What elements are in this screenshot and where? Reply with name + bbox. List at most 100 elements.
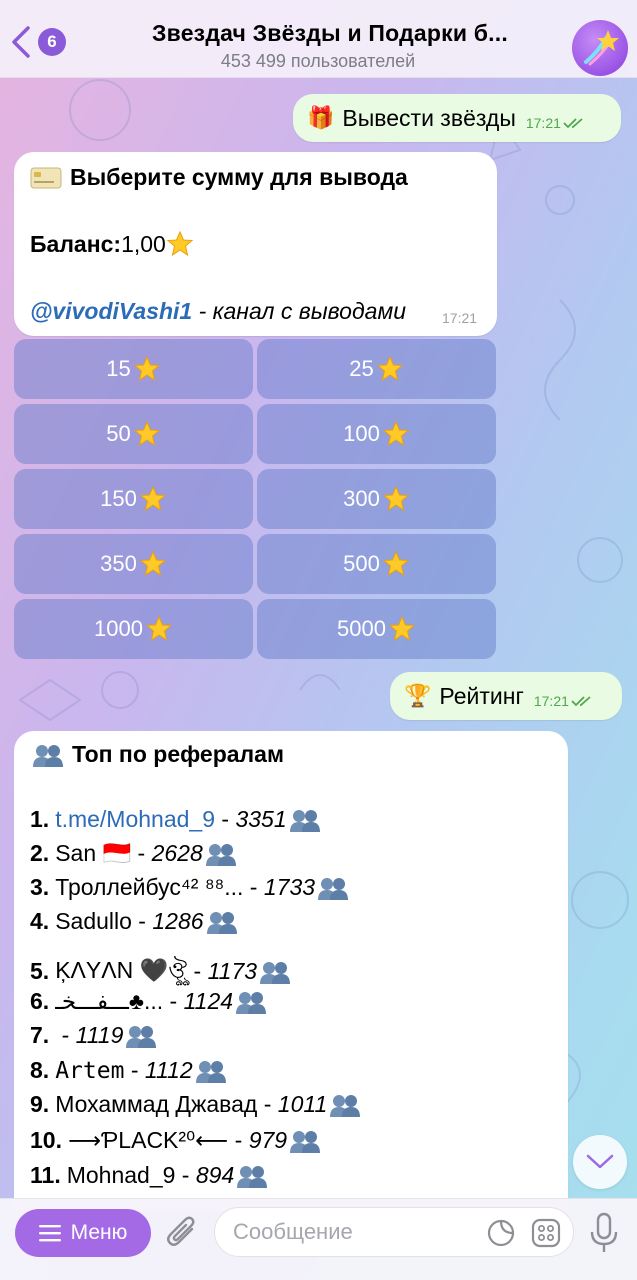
message-text: Рейтинг	[439, 682, 524, 709]
people-icon	[206, 911, 237, 934]
star-icon	[382, 420, 410, 447]
outgoing-message-rating: 🏆 Рейтинг 17:21	[390, 672, 622, 720]
channel-link[interactable]: @vivodiVashi1	[30, 298, 192, 324]
people-icon	[330, 1094, 361, 1117]
message-title: Выберите сумму для вывода	[70, 164, 408, 190]
people-icon	[205, 843, 236, 866]
rank-row-10: 10. ⟶ƤLACK²⁰⟵ - 979	[30, 1127, 321, 1154]
bot-keyboard-icon[interactable]	[531, 1218, 561, 1248]
back-button[interactable]: 6	[8, 22, 70, 62]
balance-value: 1,00	[121, 230, 166, 257]
people-icon	[289, 809, 320, 832]
unread-badge: 6	[38, 28, 66, 56]
chevron-left-icon	[12, 26, 30, 58]
rating-title: Топ по рефералам	[72, 741, 284, 767]
microphone-icon[interactable]	[588, 1211, 620, 1255]
rank-name: Mohnad_9	[66, 1162, 176, 1188]
chat-title[interactable]: Звездач Звёзды и Подарки б...	[100, 20, 560, 47]
chevron-down-icon	[586, 1154, 614, 1169]
people-icon	[195, 1060, 226, 1083]
rank-name: Sadullo	[55, 908, 132, 934]
hamburger-icon	[38, 1225, 61, 1242]
people-icon	[33, 744, 63, 767]
balance-label: Баланс:	[30, 230, 122, 257]
message-meta: 17:21	[526, 115, 585, 131]
rank-name: ĶΛYΛN 🖤ঔৣ	[55, 957, 188, 983]
rank-row-7: 7. - 1119	[30, 1022, 157, 1049]
rank-name: Троллейбус⁴² ⁸⁸...	[55, 874, 244, 900]
rank-score: 1173	[207, 958, 258, 984]
people-icon	[290, 1130, 321, 1153]
amount-button-500[interactable]: 500	[257, 534, 496, 594]
bot-avatar[interactable]	[572, 20, 628, 76]
outgoing-message-withdraw: 🎁 Вывести звёзды 17:21	[293, 94, 621, 142]
amount-button-15[interactable]: 15	[14, 339, 253, 399]
sticker-icon[interactable]	[487, 1219, 515, 1247]
paperclip-icon[interactable]	[164, 1211, 200, 1255]
rank-score: 1286	[152, 908, 204, 934]
double-check-icon	[563, 118, 583, 129]
scroll-to-bottom-button[interactable]	[573, 1135, 627, 1189]
amount-button-100[interactable]: 100	[257, 404, 496, 464]
amount-button-25[interactable]: 25	[257, 339, 496, 399]
people-icon	[260, 961, 291, 984]
star-icon	[376, 355, 404, 382]
star-icon	[388, 615, 416, 642]
rank-name: ـ‌ـ‌ـفـ‌ـ‌ـخـ♣...	[55, 988, 164, 1014]
amount-button-5000[interactable]: 5000	[257, 599, 496, 659]
rank-name: Мохаммад Джавад	[55, 1091, 258, 1117]
star-icon	[133, 420, 161, 447]
people-icon	[126, 1025, 157, 1048]
message-meta: 17:21	[534, 693, 593, 709]
rank-score: 1733	[263, 874, 316, 900]
menu-button[interactable]: Меню	[15, 1209, 151, 1257]
message-time: 17:21	[525, 115, 561, 131]
rank-row-6: 6. ـ‌ـ‌ـفـ‌ـ‌ـخـ♣... - 1124	[30, 988, 267, 1015]
amount-button-1000[interactable]: 1000	[14, 599, 253, 659]
rank-row-3: 3. Троллейбус⁴² ⁸⁸... - 1733	[30, 874, 349, 901]
rank-score: 1119	[75, 1022, 124, 1048]
star-icon	[133, 355, 161, 382]
rank-name[interactable]: t.me/Mohnad_9	[55, 806, 215, 833]
star-icon	[139, 550, 167, 577]
menu-label: Меню	[70, 1221, 128, 1244]
chat-header: 6 Звездач Звёзды и Подарки б... 453 499 …	[0, 0, 637, 78]
amount-button-300[interactable]: 300	[257, 469, 496, 529]
message-input[interactable]	[233, 1208, 483, 1256]
rank-score: 1011	[277, 1091, 328, 1117]
amount-button-350[interactable]: 350	[14, 534, 253, 594]
rank-row-5: 5. ĶΛYΛN 🖤ঔৣ - 1173	[30, 952, 291, 991]
rank-score: 979	[248, 1127, 288, 1153]
gift-icon: 🎁	[307, 105, 335, 130]
channel-row: @vivodiVashi1 - канал с выводами	[30, 298, 406, 325]
rank-name: San 🇮🇩	[55, 840, 132, 866]
rank-score: 1112	[144, 1057, 193, 1083]
shooting-star-icon	[584, 30, 619, 66]
rank-row-11: 11. Mohnad_9 - 894	[30, 1162, 268, 1189]
credit-card-icon	[30, 167, 62, 188]
people-icon	[237, 1165, 268, 1188]
amount-button-50[interactable]: 50	[14, 404, 253, 464]
balance-row: Баланс: 1,00	[30, 230, 194, 258]
star-icon	[145, 615, 173, 642]
incoming-message-withdraw-options: Выберите сумму для вывода Баланс: 1,00 @…	[14, 152, 497, 336]
chat-subtitle: 453 499 пользователей	[220, 51, 416, 71]
message-text: Вывести звёзды	[342, 104, 516, 131]
channel-description: - канал с выводами	[192, 298, 407, 324]
message-time: 17:21	[533, 693, 569, 709]
message-title-row: Выберите сумму для вывода	[30, 164, 408, 191]
star-icon	[139, 485, 167, 512]
amount-button-150[interactable]: 150	[14, 469, 253, 529]
double-check-icon	[571, 696, 591, 707]
people-icon	[236, 991, 267, 1014]
star-icon	[166, 230, 194, 257]
message-input-bar: Меню	[0, 1198, 637, 1280]
rank-row-8: 8. Artem - 1112	[30, 1057, 227, 1084]
star-icon	[382, 485, 410, 512]
rank-row-1: 1. t.me/Mohnad_9 - 3351	[30, 806, 321, 833]
rank-row-2: 2. San 🇮🇩 - 2628	[30, 840, 237, 867]
trophy-icon: 🏆	[404, 683, 432, 708]
message-field[interactable]	[214, 1207, 574, 1257]
rank-name: ⟶ƤLACK²⁰⟵	[67, 1127, 229, 1153]
rank-row-9: 9. Мохаммад Джавад - 1011	[30, 1091, 361, 1118]
